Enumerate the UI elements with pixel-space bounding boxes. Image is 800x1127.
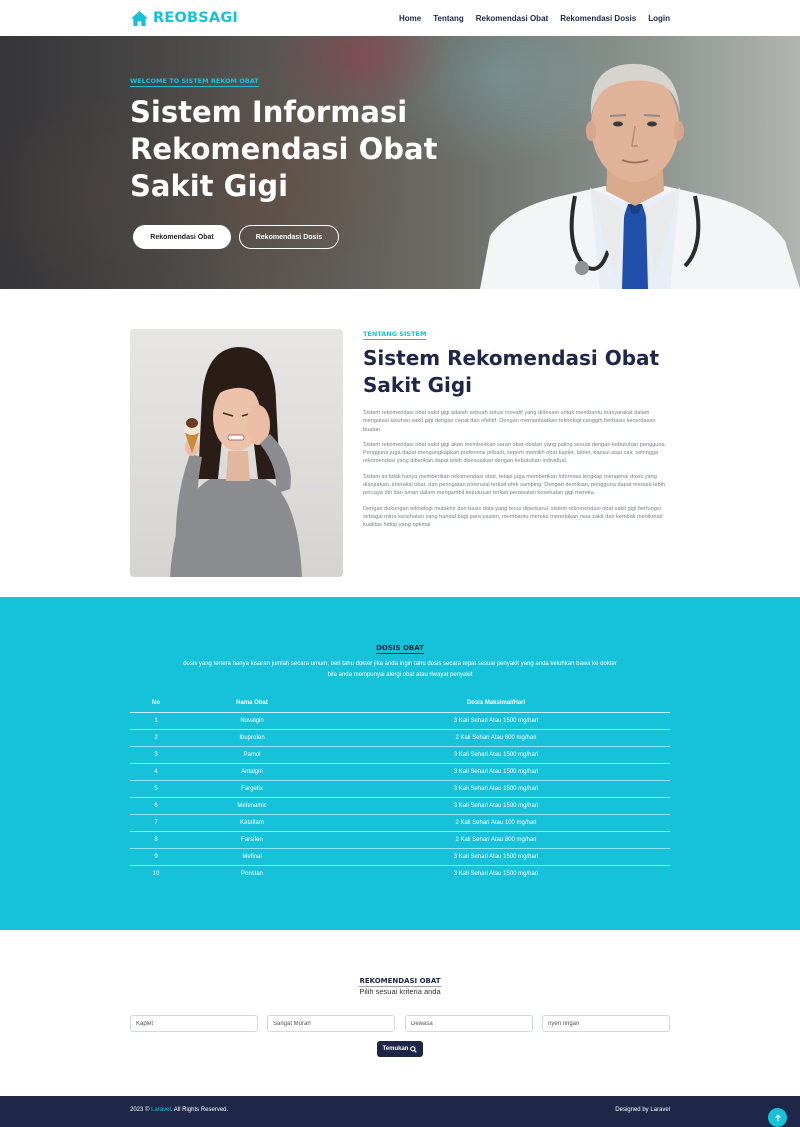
cell-dosis: 3 Kali Sehari Atau 1500 mg/hari xyxy=(453,870,539,877)
copyright: 2023 © Laravel. All Rights Reserved. xyxy=(130,1107,228,1113)
cell-no: 5 xyxy=(130,780,182,798)
back-to-top-button[interactable] xyxy=(768,1108,787,1127)
temukan-button[interactable]: Temukan xyxy=(377,1041,423,1057)
about-paragraph-3: Sistem ini tidak hanya memberikan rekome… xyxy=(363,473,665,497)
header-dosis: Dosis Maksimal/Hari xyxy=(322,695,670,713)
cell-dosis: 2 Kali Sehari Atau 100 mg/hari xyxy=(322,814,670,832)
cell-nama-obat: Farsifen xyxy=(182,831,322,849)
about-label: TENTANG SISTEM xyxy=(363,330,427,340)
about-paragraph-2: Sistem rekomendasi obat sakit gigi akan … xyxy=(363,441,667,465)
cell-no: 9 xyxy=(130,848,182,866)
table-row: 9 Mefinal 3 Kali Sehari Atau 1500 mg/hari xyxy=(130,848,670,866)
toothache-woman-image xyxy=(130,329,343,577)
cell-nama-obat: Mefinal xyxy=(182,848,322,866)
about-paragraph-1: Sistem rekomendasi obat sakit gigi adala… xyxy=(363,410,656,433)
cell-dosis: 3 Kali Sehari Atau 1500 mg/hari xyxy=(322,746,670,764)
nav-item-rekomendasi-obat[interactable]: Rekomendasi Obat xyxy=(476,14,548,23)
brand-name: REOBSAGI xyxy=(153,10,239,26)
cell-no: 3 xyxy=(130,746,182,764)
designed-by: Designed by Laravel xyxy=(615,1107,670,1113)
cell-no: 8 xyxy=(130,831,182,849)
arrow-up-icon xyxy=(774,1113,781,1121)
table-row: 10 Ponstan 3 Kali Sehari Atau 1500 mg/hari xyxy=(130,865,670,882)
nav-item-rekomendasi-dosis[interactable]: Rekomendasi Dosis xyxy=(560,14,636,23)
dosis-table: No Nama Obat Dosis Maksimal/Hari 1 Novalg… xyxy=(130,695,670,882)
cell-no: 4 xyxy=(130,763,182,781)
usia-field[interactable] xyxy=(405,1015,533,1032)
search-icon xyxy=(410,1045,418,1053)
cell-dosis: 3 Kali Sehari Atau 1500 mg/hari xyxy=(322,848,670,866)
cell-nama-obat: Antalgin xyxy=(182,763,322,781)
rekomendasi-obat-button[interactable]: Rekomendasi Obat xyxy=(133,225,231,249)
about-text: Sistem rekomendasi obat sakit gigi adala… xyxy=(363,409,670,537)
hero-title: Sistem Informasi Rekomendasi Obat Sakit … xyxy=(130,95,438,203)
cell-dosis: 3 Kali Sehari Atau 1500 mg/hari xyxy=(322,763,670,781)
cell-dosis: 3 Kali Sehari Atau 1500 mg/hari xyxy=(322,712,670,730)
about-title: Sistem Rekomendasi Obat Sakit Gigi xyxy=(363,346,660,397)
cell-nama-obat: Kataflam xyxy=(182,814,322,832)
navbar: REOBSAGI Home Tentang Rekomendasi Obat R… xyxy=(0,0,800,36)
cell-no: 1 xyxy=(130,712,182,730)
dosis-description: dosis yang tertera hanya kisaran jumlah … xyxy=(183,661,617,678)
cell-nama-obat: Novalgin xyxy=(182,712,322,730)
table-row: 8 Farsifen 2 Kali Sehari Atau 800 mg/hari xyxy=(130,831,670,849)
cell-dosis: 2 Kali Sehari Atau 800 mg/hari xyxy=(322,729,670,747)
rekomendasi-title: REKOMENDASI OBAT xyxy=(359,977,441,987)
table-row: 6 Mefenamic 3 Kali Sehari Atau 1500 mg/har… xyxy=(130,797,670,815)
table-row: 5 Fargetix 3 Kali Sehari Atau 1500 mg/hari xyxy=(130,780,670,798)
brand[interactable]: REOBSAGI xyxy=(130,10,238,27)
table-row: 4 Antalgin 3 Kali Sehari Atau 1500 mg/hari xyxy=(130,763,670,781)
rekomendasi-subtitle: Pilih sesuai kriteria anda xyxy=(359,987,441,996)
nav-item-tentang[interactable]: Tentang xyxy=(433,14,464,23)
temukan-button-label: Temukan xyxy=(382,1046,409,1052)
rekomendasi-dosis-button[interactable]: Rekomendasi Dosis xyxy=(239,225,339,249)
cell-no: 2 xyxy=(130,729,182,747)
nav-item-login[interactable]: Login xyxy=(648,14,670,23)
cell-nama-obat: Fargetix xyxy=(182,780,322,798)
hero-eyebrow: WELCOME TO SISTEM REKOM OBAT xyxy=(130,77,259,87)
table-row: 1 Novalgin 3 Kali Sehari Atau 1500 mg/hari xyxy=(130,712,670,730)
table-row: 2 Ibuprofen 2 Kali Sehari Atau 800 mg/hari xyxy=(130,729,670,747)
table-row: 3 Pamol 3 Kali Sehari Atau 1500 mg/hari xyxy=(130,746,670,764)
about-paragraph-4: Dengan dukungan teknologi mutakhir dan b… xyxy=(363,505,663,529)
dosis-title: DOSIS OBAT xyxy=(376,644,424,654)
hero-section: WELCOME TO SISTEM REKOM OBAT Sistem Info… xyxy=(0,36,800,289)
bentuk-obat-field[interactable] xyxy=(130,1015,258,1032)
table-row: 7 Kataflam 2 Kali Sehari Atau 100 mg/hari xyxy=(130,814,670,832)
cell-nama-obat: Mefenamic xyxy=(182,797,322,815)
cell-no: 7 xyxy=(130,814,182,832)
laravel-link[interactable]: Laravel xyxy=(151,1107,171,1113)
cell-no: 10 xyxy=(152,870,160,877)
cell-nama-obat: Pamol xyxy=(182,746,322,764)
nav-menu: Home Tentang Rekomendasi Obat Rekomendas… xyxy=(399,14,670,23)
cell-dosis: 2 Kali Sehari Atau 800 mg/hari xyxy=(322,831,670,849)
copyright-suffix: . All Rights Reserved. xyxy=(170,1107,229,1113)
keluhan-field[interactable] xyxy=(542,1015,670,1032)
cell-nama-obat: Ponstan xyxy=(240,870,264,877)
nav-item-home[interactable]: Home xyxy=(399,14,421,23)
footer: 2023 © Laravel. All Rights Reserved. Des… xyxy=(0,1096,800,1127)
cell-nama-obat: Ibuprofen xyxy=(182,729,322,747)
table-header-row: No Nama Obat Dosis Maksimal/Hari xyxy=(130,695,670,713)
copyright-prefix: 2023 © xyxy=(130,1107,152,1113)
cell-no: 6 xyxy=(130,797,182,815)
header-nama-obat: Nama Obat xyxy=(182,695,322,713)
cell-dosis: 3 Kali Sehari Atau 1500 mg/hari xyxy=(322,797,670,815)
cell-dosis: 3 Kali Sehari Atau 1500 mg/hari xyxy=(322,780,670,798)
dosis-section: DOSIS OBAT dosis yang tertera hanya kisa… xyxy=(0,597,800,930)
home-icon xyxy=(131,10,148,26)
header-no: No xyxy=(130,695,182,713)
doctor-image xyxy=(480,63,800,289)
harga-field[interactable] xyxy=(267,1015,395,1032)
